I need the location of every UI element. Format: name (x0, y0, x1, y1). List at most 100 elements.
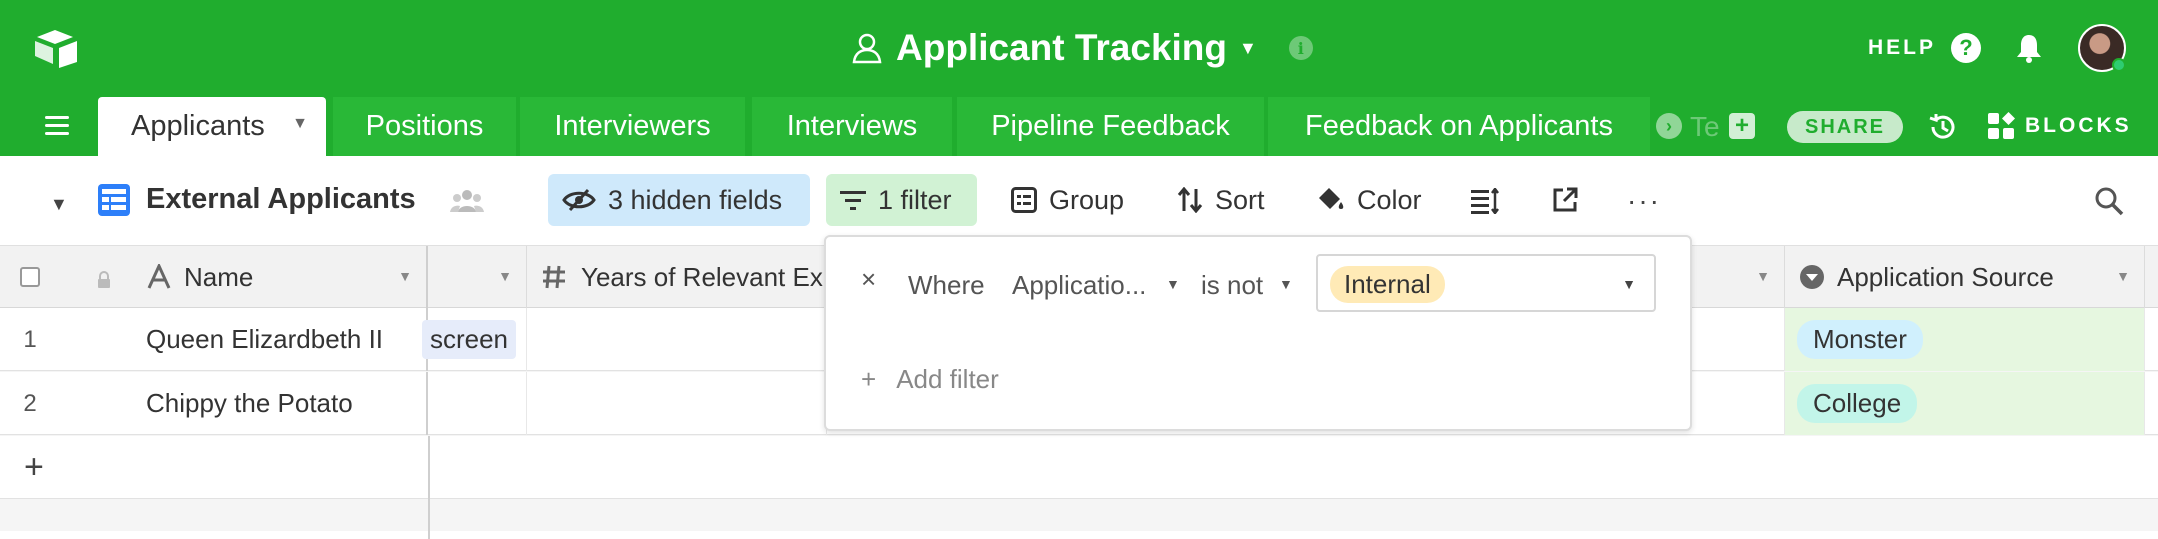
blocks-button[interactable]: BLOCKS (2025, 114, 2132, 138)
row-height-icon[interactable] (1471, 188, 1499, 214)
add-table-button[interactable]: + (1729, 113, 1755, 139)
menu-icon[interactable] (45, 116, 69, 136)
filter-value-select[interactable]: Internal ▼ (1316, 254, 1656, 312)
eye-slash-icon (562, 188, 596, 212)
tab-label: Interviews (786, 110, 918, 142)
search-icon[interactable] (2094, 186, 2124, 216)
airtable-logo-icon[interactable] (33, 28, 81, 68)
stage-pill: screen (421, 320, 516, 359)
share-button[interactable]: SHARE (1787, 111, 1903, 143)
table-tabs-bar: Applicants ▼ Positions Interviewers Inte… (0, 97, 2158, 156)
frozen-column-divider (428, 499, 430, 539)
top-header: Applicant Tracking ▼ i HELP ? (0, 0, 2158, 97)
tab-label: Applicants (131, 110, 265, 142)
source-pill: Monster (1797, 320, 1923, 359)
collaborators-icon[interactable] (450, 188, 484, 214)
chevron-down-icon[interactable]: ▼ (1166, 276, 1180, 292)
add-filter-label: Add filter (896, 364, 999, 394)
add-record-row[interactable]: + (0, 436, 2158, 499)
column-label: Years of Relevant Ex (581, 261, 823, 292)
view-toolbar: ▼ External Applicants 3 hidden fields 1 … (0, 156, 2158, 246)
group-label: Group (1049, 184, 1125, 215)
tab-positions[interactable]: Positions (333, 97, 516, 156)
help-link[interactable]: HELP (1868, 36, 1936, 60)
tab-feedback-on-applicants[interactable]: Feedback on Applicants (1268, 97, 1650, 156)
filter-button[interactable]: 1 filter (826, 174, 977, 226)
row-number: 1 (23, 325, 37, 353)
color-label: Color (1357, 184, 1422, 215)
question-circle-icon[interactable]: ? (1951, 33, 1981, 63)
stage-cell[interactable]: screen (421, 308, 527, 371)
chevron-down-icon[interactable]: ▼ (1622, 276, 1636, 292)
column-header-name[interactable]: Name ▼ (60, 246, 428, 308)
group-icon (1011, 187, 1037, 213)
more-options-icon[interactable]: ··· (1627, 187, 1661, 215)
application-source-cell[interactable]: College (1785, 372, 2145, 435)
tab-pipeline-feedback[interactable]: Pipeline Feedback (957, 97, 1264, 156)
sort-button[interactable]: Sort (1163, 174, 1279, 226)
name-cell[interactable]: Chippy the Potato (60, 372, 428, 435)
view-name[interactable]: External Applicants (146, 183, 416, 216)
years-cell[interactable] (527, 308, 827, 371)
paint-bucket-icon (1319, 188, 1344, 209)
tab-interviews[interactable]: Interviews (752, 97, 952, 156)
chevron-down-icon[interactable]: ▼ (292, 115, 308, 133)
years-cell[interactable] (527, 372, 827, 435)
column-label: Name (184, 261, 254, 292)
single-select-icon (1799, 264, 1825, 297)
filter-label: 1 filter (878, 184, 952, 215)
grid-view-icon (98, 184, 130, 216)
tab-interviewers[interactable]: Interviewers (520, 97, 745, 156)
column-header-application-source[interactable]: Application Source ▼ (1785, 246, 2145, 308)
filter-where-label: Where (908, 270, 985, 300)
name-cell[interactable]: Queen Elizardbeth II (60, 308, 428, 371)
chevron-down-icon[interactable]: ▼ (1756, 268, 1770, 284)
base-title[interactable]: Applicant Tracking (896, 27, 1227, 69)
filter-operator-select[interactable]: is not (1201, 270, 1263, 301)
add-filter-button[interactable]: + Add filter (861, 364, 999, 395)
partial-cell[interactable] (1692, 372, 1785, 435)
column-header-hidden-partial[interactable]: ▼ (430, 246, 527, 308)
color-button[interactable]: Color (1301, 174, 1436, 226)
tab-label: Positions (365, 110, 484, 142)
hidden-fields-button[interactable]: 3 hidden fields (548, 174, 810, 226)
bell-icon[interactable] (2014, 32, 2044, 64)
select-all-checkbox[interactable] (0, 246, 60, 308)
chevron-down-icon[interactable]: ▼ (398, 268, 412, 284)
blocks-icon[interactable] (1986, 111, 2016, 141)
sort-label: Sort (1215, 184, 1265, 215)
lock-icon (96, 266, 112, 297)
column-header-partial[interactable]: ▼ (1692, 246, 1785, 308)
tab-label: Feedback on Applicants (1305, 110, 1613, 142)
chevron-down-icon[interactable]: ▼ (2116, 268, 2130, 284)
filter-value-pill: Internal (1330, 266, 1445, 303)
filter-popover: × Where Applicatio... ▼ is not ▼ Interna… (824, 235, 1692, 431)
chevron-down-icon[interactable]: ▼ (1239, 38, 1257, 59)
tab-overflow[interactable]: Te (1690, 111, 1720, 143)
filter-icon (840, 191, 866, 210)
chevron-down-icon[interactable]: ▼ (1279, 276, 1293, 292)
chevron-down-icon[interactable]: ▼ (498, 268, 512, 284)
tab-label: Interviewers (554, 110, 711, 142)
chevron-right-icon[interactable]: › (1656, 113, 1682, 139)
hidden-fields-label: 3 hidden fields (608, 184, 783, 215)
sort-icon (1177, 187, 1203, 213)
share-view-icon[interactable] (1551, 186, 1579, 214)
stage-cell[interactable] (430, 372, 527, 435)
column-header-years[interactable]: Years of Relevant Ex (527, 246, 827, 308)
info-icon[interactable]: i (1288, 36, 1313, 60)
base-title-group[interactable]: Applicant Tracking ▼ i (850, 24, 1313, 72)
application-source-cell[interactable]: Monster (1785, 308, 2145, 371)
column-label: Application Source (1837, 261, 2054, 292)
chevron-down-icon[interactable]: ▼ (50, 194, 68, 215)
row-number: 2 (23, 389, 37, 417)
source-pill: College (1797, 384, 1918, 423)
tab-applicants[interactable]: Applicants ▼ (98, 97, 326, 156)
filter-field-select[interactable]: Applicatio... (1012, 270, 1146, 301)
shared-users-icon (852, 33, 882, 64)
add-record-button[interactable]: + (24, 448, 44, 487)
history-icon[interactable] (1927, 111, 1959, 143)
group-button[interactable]: Group (997, 174, 1138, 226)
remove-filter-icon[interactable]: × (861, 264, 876, 295)
partial-cell[interactable] (1692, 308, 1785, 371)
